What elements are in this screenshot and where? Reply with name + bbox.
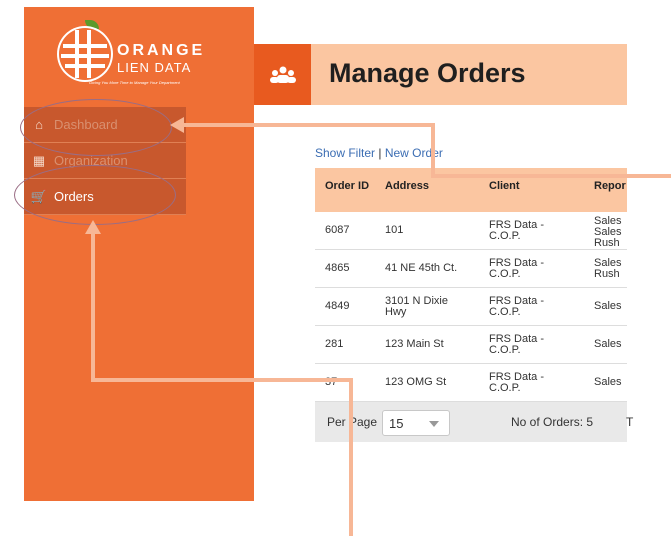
brand-subname: LIEN DATA xyxy=(117,60,192,75)
order-id: 6087 xyxy=(325,224,350,236)
per-page-select[interactable]: 15 xyxy=(382,410,450,436)
column-header-order-id[interactable]: Order ID xyxy=(325,181,370,192)
order-report: Sales Sales Rush xyxy=(594,216,622,249)
table-row[interactable]: 281 123 Main St FRS Data - C.O.P. Sales xyxy=(315,326,627,364)
annotation-line xyxy=(431,123,435,178)
arrowhead-icon xyxy=(85,220,101,234)
orders-highlight xyxy=(14,165,176,225)
table-footer: Per Page 15 No of Orders: 5 T xyxy=(315,402,633,442)
order-report: Sales xyxy=(594,300,622,312)
order-report: Sales xyxy=(594,338,622,350)
brand-name: ORANGE xyxy=(117,42,206,59)
order-id: 4849 xyxy=(325,300,350,312)
annotation-line xyxy=(431,174,671,178)
order-client: FRS Data - C.O.P. xyxy=(489,218,545,242)
annotation-line xyxy=(91,232,95,382)
column-header-address[interactable]: Address xyxy=(385,181,429,192)
order-address: 123 OMG St xyxy=(385,376,447,388)
sidebar: ORANGE LIEN DATA Giving You More Time to… xyxy=(14,7,254,501)
table-row[interactable]: 37 123 OMG St FRS Data - C.O.P. Sales xyxy=(315,364,627,402)
chevron-down-icon xyxy=(429,421,439,427)
order-id: 281 xyxy=(325,338,344,350)
order-id: 4865 xyxy=(325,262,350,274)
order-address: 41 NE 45th Ct. xyxy=(385,262,458,274)
show-filter-link[interactable]: Show Filter xyxy=(315,146,375,160)
brand-tagline: Giving You More Time to Manage Your Depa… xyxy=(89,80,180,85)
truncated-text: T xyxy=(626,415,634,429)
users-icon xyxy=(254,44,311,105)
order-client: FRS Data - C.O.P. xyxy=(489,370,545,394)
order-client: FRS Data - C.O.P. xyxy=(489,332,545,356)
page-title: Manage Orders xyxy=(329,58,526,88)
order-actions: Show Filter | New Order xyxy=(315,146,443,160)
table-row[interactable]: 4849 3101 N Dixie Hwy FRS Data - C.O.P. … xyxy=(315,288,627,326)
link-separator: | xyxy=(378,146,382,160)
order-client: FRS Data - C.O.P. xyxy=(489,256,545,280)
order-report: Sales Rush xyxy=(594,258,622,280)
per-page-value: 15 xyxy=(389,416,404,431)
column-header-report[interactable]: Repor xyxy=(594,181,627,192)
order-address: 123 Main St xyxy=(385,338,444,350)
order-address: 3101 N Dixie Hwy xyxy=(385,294,448,318)
order-client: FRS Data - C.O.P. xyxy=(489,294,545,318)
order-count: No of Orders: 5 xyxy=(511,415,594,429)
annotation-line xyxy=(91,378,353,382)
order-address: 101 xyxy=(385,224,404,236)
arrowhead-icon xyxy=(170,117,184,133)
globe-icon xyxy=(57,26,113,82)
page-header: Manage Orders xyxy=(311,44,627,105)
orders-table: Order ID Address Client Repor 6087 101 F… xyxy=(315,168,633,442)
dashboard-highlight xyxy=(20,99,172,156)
annotation-line xyxy=(182,123,435,127)
table-row[interactable]: 6087 101 FRS Data - C.O.P. Sales Sales R… xyxy=(315,212,627,250)
order-report: Sales xyxy=(594,376,622,388)
building-icon: ▦ xyxy=(32,152,46,168)
orange-lien-data-logo[interactable]: ORANGE LIEN DATA Giving You More Time to… xyxy=(57,20,237,90)
annotation-line xyxy=(349,378,353,536)
column-header-client[interactable]: Client xyxy=(489,181,520,192)
order-id: 37 xyxy=(325,376,338,388)
table-row[interactable]: 4865 41 NE 45th Ct. FRS Data - C.O.P. Sa… xyxy=(315,250,627,288)
